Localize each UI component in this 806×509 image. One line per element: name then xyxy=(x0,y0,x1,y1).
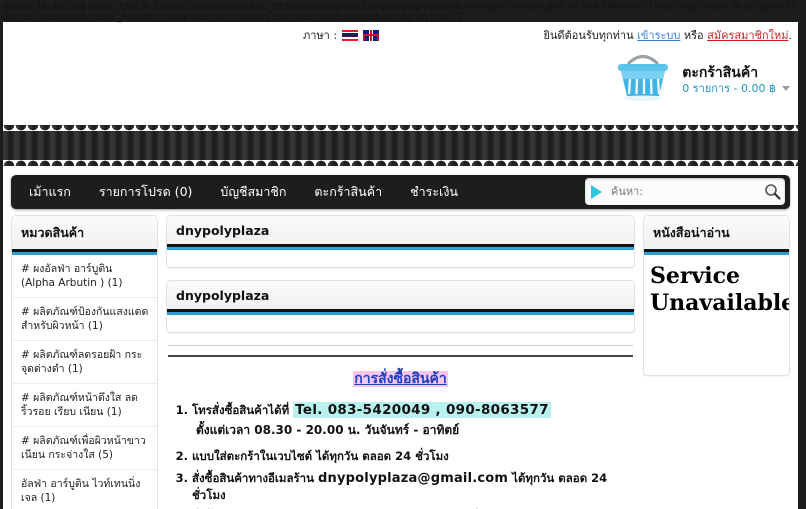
cart-widget[interactable]: ตะกร้าสินค้า 0 รายการ - 0.00 ฿ xyxy=(614,50,790,104)
right-sidebar: หนังสือน่าอ่าน Service Unavailable xyxy=(643,215,790,509)
page-title: การสั่งซื้อสินค้า xyxy=(166,368,635,390)
divider-thin xyxy=(168,345,633,346)
site-banner: ตะกร้าสินค้า 0 รายการ - 0.00 ฿ xyxy=(3,46,798,125)
center-content: dnypolyplaza dnypolyplaza การสั่งซื้อสิน… xyxy=(166,215,635,509)
freebox-panel-1: dnypolyplaza xyxy=(166,215,635,268)
list-item[interactable]: อัลฟ่า อาร์บูติน ไวท์เทนนิ่ง เจล (1) xyxy=(12,470,157,509)
order-instructions-list: โทรสั่งซื้อสินค้าได้ที่ Tel. 083-5420049… xyxy=(166,402,635,509)
freebox-1-title: dnypolyplaza xyxy=(167,216,634,247)
nav-item-checkout[interactable]: ชำระเงิน xyxy=(396,175,472,209)
nav-item-account[interactable]: บัญชีสมาชิก xyxy=(206,175,300,209)
service-msg-line2: Unavailable xyxy=(650,290,789,316)
decorative-scallop-band xyxy=(3,125,798,166)
main-navigation: เม้าแรก รายการโปรด (0) บัญชีสมาชิก ตะกร้… xyxy=(11,175,790,209)
chevron-down-icon[interactable] xyxy=(782,86,790,91)
category-list: # ผงอัลฟ่า อาร์บูติน (Alpha Arbutin ) (1… xyxy=(12,255,157,509)
order-item-1-sub: ตั้งแต่เวลา 08.30 - 20.00 น. วันจันทร์ -… xyxy=(196,423,460,437)
list-item: โทรสั่งซื้อสินค้าได้ที่ Tel. 083-5420049… xyxy=(192,402,635,438)
welcome-block: ยินดีต้อนรับทุกท่าน เข้าระบบ หรือ สมัครส… xyxy=(543,26,792,44)
login-link[interactable]: เข้าระบบ xyxy=(637,29,680,42)
thai-flag-icon[interactable] xyxy=(342,29,359,41)
period: . xyxy=(788,29,793,42)
order-item-1-lead: โทรสั่งซื้อสินค้าได้ที่ xyxy=(192,403,290,417)
register-link[interactable]: สมัครสมาชิกใหม่ xyxy=(707,29,788,42)
top-utility-bar: ภาษา : ยินดีต้อนรับทุกท่าน เข้าระบบ หรือ… xyxy=(3,22,798,46)
language-selector[interactable]: ภาษา : xyxy=(303,26,380,44)
or-label: หรือ xyxy=(683,29,704,42)
nav-item-home[interactable]: เม้าแรก xyxy=(11,175,85,209)
freebox-1-body xyxy=(167,250,634,267)
list-item[interactable]: # ผลิตภัณฑ์หน้าตึงใส ลดริ้วรอย เรียบ เนี… xyxy=(12,384,157,427)
list-item: แบบใส่ตะกร้าในเวบไซต์ ได้ทุกวัน ตลอด 24 … xyxy=(192,448,635,464)
list-item[interactable]: # ผลิตภัณฑ์ลดรอยฝ้า กระ จุดด่างดำ (1) xyxy=(12,341,157,384)
cart-text: ตะกร้าสินค้า 0 รายการ - 0.00 ฿ xyxy=(682,59,790,96)
books-panel-title: หนังสือน่าอ่าน xyxy=(644,216,789,252)
search-box[interactable] xyxy=(585,178,785,205)
list-item[interactable]: # ผลิตภัณฑ์ป้องกันแสงแดดสำหรับผิวหน้า (1… xyxy=(12,298,157,341)
list-item: สั่งซื้อสินค้าทางอีเมลร้าน dnypolyplaza@… xyxy=(192,470,635,503)
navigation-wrapper: เม้าแรก รายการโปรด (0) บัญชีสมาชิก ตะกร้… xyxy=(3,175,798,209)
cart-summary-row[interactable]: 0 รายการ - 0.00 ฿ xyxy=(682,82,790,96)
language-label: ภาษา : xyxy=(303,29,338,42)
divider-thick xyxy=(168,355,633,357)
shopping-basket-icon xyxy=(614,50,672,104)
nav-item-cart[interactable]: ตะกร้าสินค้า xyxy=(300,175,396,209)
page-body: ภาษา : ยินดีต้อนรับทุกท่าน เข้าระบบ หรือ… xyxy=(3,22,798,509)
order-title-text: การสั่งซื้อสินค้า xyxy=(353,371,448,387)
cart-summary: 0 รายการ - 0.00 ฿ xyxy=(682,81,776,95)
nav-item-wishlist[interactable]: รายการโปรด (0) xyxy=(85,175,207,209)
scallop-top-edge xyxy=(3,125,798,131)
freebox-panel-2: dnypolyplaza xyxy=(166,280,635,333)
list-item[interactable]: # ผลิตภัณฑ์เพื่อผิวหน้าขาว เนียน กระจ่าง… xyxy=(12,427,157,470)
freebox-2-title: dnypolyplaza xyxy=(167,281,634,312)
service-msg-line1: Service xyxy=(650,263,741,289)
spacer xyxy=(3,166,798,175)
list-item[interactable]: # ผงอัลฟ่า อาร์บูติน (Alpha Arbutin ) (1… xyxy=(12,255,157,298)
order-phone-highlight: Tel. 083-5420049 , 090-8063577 xyxy=(293,402,551,418)
service-unavailable-message: Service Unavailable xyxy=(644,255,789,317)
content-columns: หมวดสินค้า # ผงอัลฟ่า อาร์บูติน (Alpha A… xyxy=(3,209,798,509)
category-panel: หมวดสินค้า # ผงอัลฟ่า อาร์บูติน (Alpha A… xyxy=(11,215,158,509)
order-item-3-lead: สั่งซื้อสินค้าทางอีเมลร้าน xyxy=(192,471,314,485)
books-panel: หนังสือน่าอ่าน Service Unavailable xyxy=(643,215,790,376)
order-item-2-lead: แบบใส่ตะกร้าในเวบไซต์ ได้ทุกวัน ตลอด 24 … xyxy=(192,449,449,463)
search-input[interactable] xyxy=(602,184,759,199)
php-notice-text: Notice: Undefined index: title in /home2… xyxy=(2,1,795,23)
category-panel-title: หมวดสินค้า xyxy=(12,216,157,252)
books-panel-body: Service Unavailable xyxy=(644,255,789,375)
left-sidebar: หมวดสินค้า # ผงอัลฟ่า อาร์บูติน (Alpha A… xyxy=(11,215,158,509)
cart-title: ตะกร้าสินค้า xyxy=(682,64,759,81)
search-icon[interactable] xyxy=(759,178,785,205)
welcome-text: ยินดีต้อนรับทุกท่าน xyxy=(543,29,634,42)
freebox-2-body xyxy=(167,315,634,332)
play-triangle-icon xyxy=(591,184,602,199)
english-flag-icon[interactable] xyxy=(363,29,380,41)
order-email-highlight: dnypolyplaza@gmail.com xyxy=(318,471,509,486)
scallop-bottom-edge xyxy=(3,160,798,166)
